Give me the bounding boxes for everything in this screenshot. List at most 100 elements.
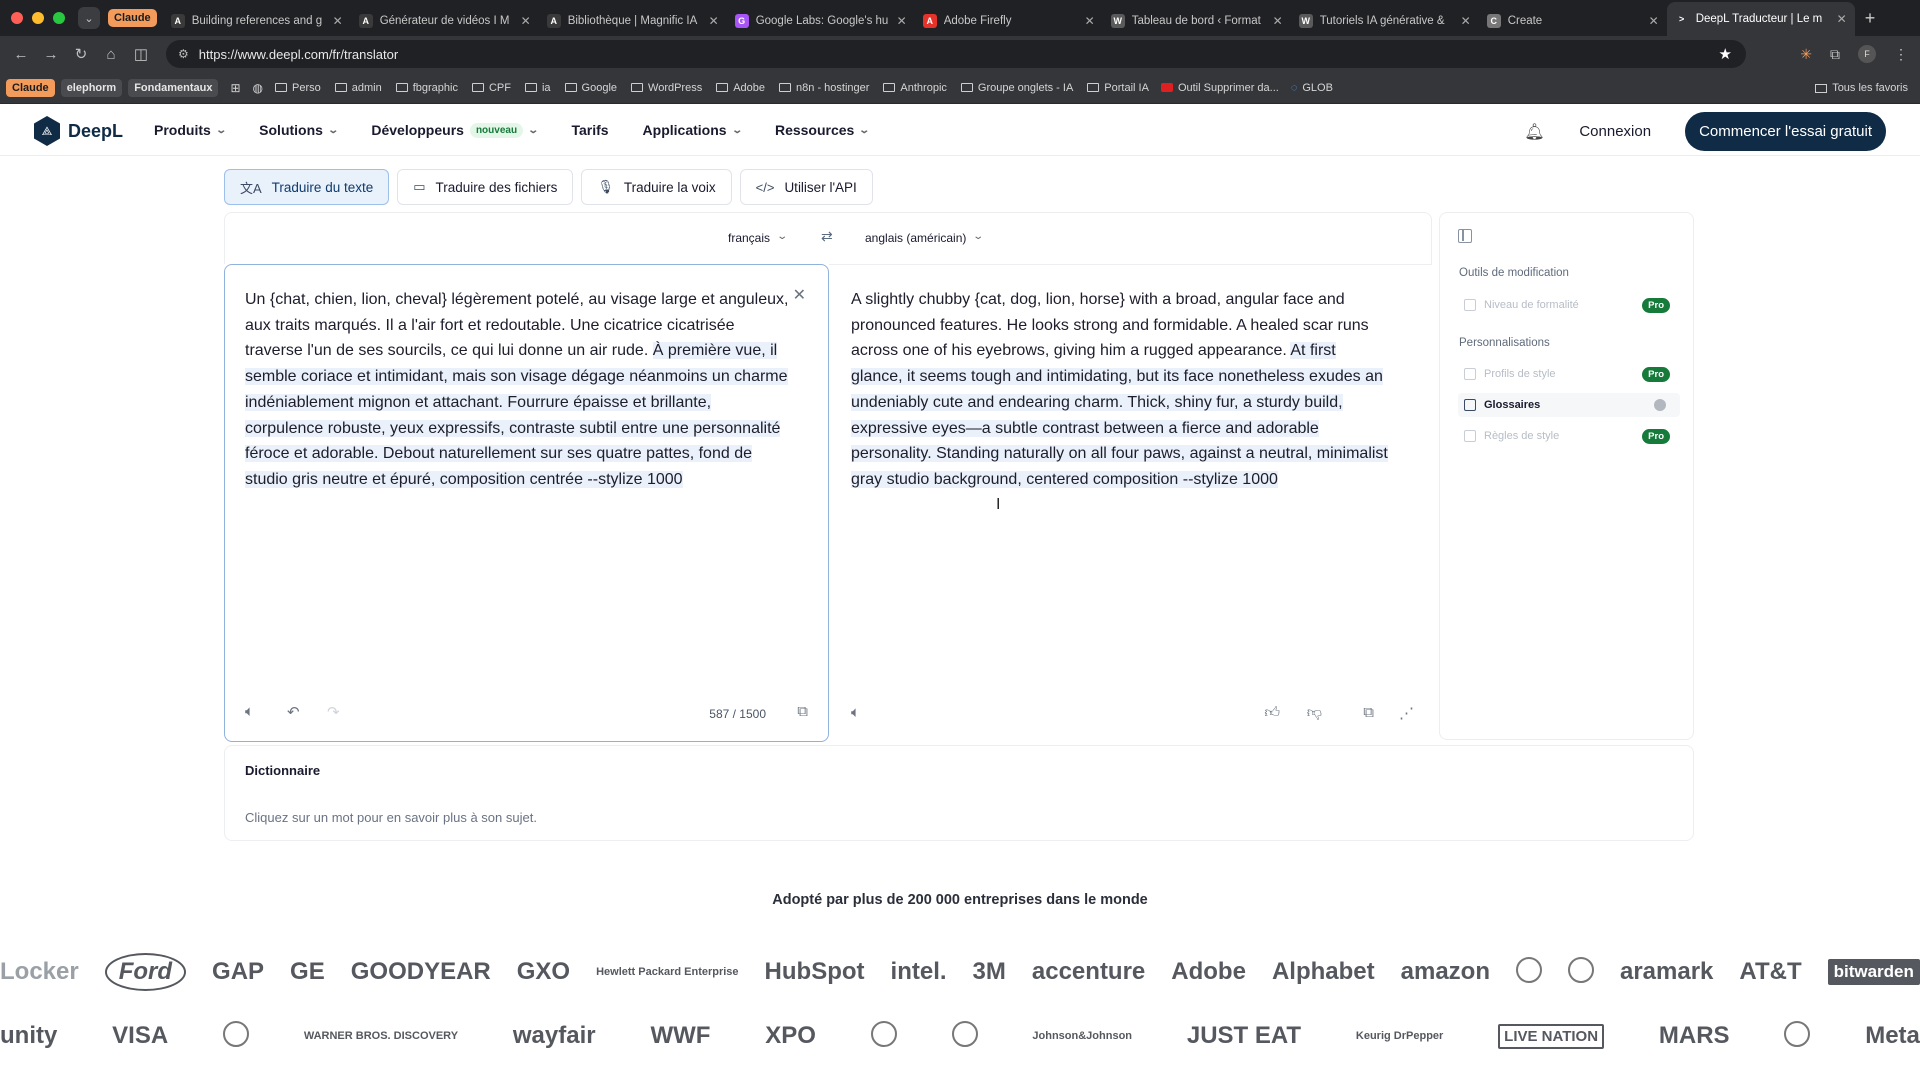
tab-favicon-icon: A <box>358 14 373 28</box>
tab-close-icon[interactable]: ✕ <box>897 14 907 28</box>
nav-item-ressources[interactable]: Ressources ⌄ <box>775 122 870 138</box>
style-rules-item[interactable]: Règles de style Pro <box>1458 424 1680 448</box>
bookmark-folder[interactable]: Adobe <box>716 82 765 94</box>
browser-tab[interactable]: C Create ✕ <box>1479 6 1667 36</box>
nav-item-applications[interactable]: Applications ⌄ <box>643 122 743 138</box>
tab-close-icon[interactable]: ✕ <box>333 14 343 28</box>
thumbs-up-icon[interactable]: 👍︎ <box>1264 704 1280 722</box>
bookmark-chip[interactable]: Fondamentaux <box>128 78 219 97</box>
browser-tab[interactable]: W Tableau de bord ‹ Format ✕ <box>1103 6 1291 36</box>
nav-item-developpeurs[interactable]: Développeurs nouveau ⌄ <box>371 122 539 138</box>
browser-tab[interactable]: G Google Labs: Google's hu ✕ <box>727 6 915 36</box>
mode-tab-3[interactable]: 🎙 Traduire la voix <box>581 169 732 205</box>
profile-avatar[interactable]: F <box>1858 45 1876 63</box>
copy-icon[interactable]: ⧉ <box>1363 704 1374 721</box>
mode-tab-1[interactable]: 文A Traduire du texte <box>224 169 390 205</box>
tab-favicon-icon: G <box>734 14 749 28</box>
bookmark-folder[interactable]: Groupe onglets - IA <box>960 82 1073 94</box>
home-icon[interactable]: ⌂ <box>96 46 126 63</box>
bookmark-folder[interactable]: Perso <box>274 82 321 94</box>
tab-search-icon[interactable]: ⌄ <box>78 7 100 29</box>
browser-tab[interactable]: A Bibliothèque | Magnific IA ✕ <box>539 6 727 36</box>
thumbs-down-icon[interactable]: 👎︎ <box>1307 704 1322 722</box>
browser-tab[interactable]: A Building references and g ✕ <box>163 6 351 36</box>
mode-tab-2[interactable]: ▭ Traduire des fichiers <box>397 169 574 205</box>
extensions-icon[interactable]: ⧉ <box>1830 46 1840 63</box>
start-trial-button[interactable]: Commencer l'essai gratuit <box>1685 112 1886 151</box>
maximize-window-button[interactable] <box>53 12 65 24</box>
bookmark-folder[interactable]: Portail IA <box>1087 82 1149 94</box>
tab-close-icon[interactable]: ✕ <box>1273 14 1283 28</box>
target-language-select[interactable]: anglais (américain) ⌄ <box>865 231 984 245</box>
target-language-label: anglais (américain) <box>865 231 967 245</box>
partner-logo: bitwarden <box>1827 959 1920 985</box>
login-link[interactable]: Connexion <box>1579 123 1651 140</box>
close-window-button[interactable] <box>11 12 23 24</box>
tab-group-label[interactable]: Claude <box>108 9 157 27</box>
address-bar[interactable]: ⚙ https://www.deepl.com/fr/translator ★ <box>166 40 1746 68</box>
bookmark-folder[interactable]: WordPress <box>631 82 702 94</box>
browser-tab[interactable]: A Générateur de vidéos I M ✕ <box>351 6 539 36</box>
browser-tab[interactable]: A Adobe Firefly ✕ <box>915 6 1103 36</box>
language-bar: français ⌄ ⇄ anglais (américain) ⌄ <box>224 212 1432 264</box>
bookmark-folder[interactable]: CPF <box>471 82 511 94</box>
browser-tab[interactable]: W Tutoriels IA générative & ✕ <box>1291 6 1479 36</box>
apps-grid-icon[interactable]: ⊞ <box>230 81 240 95</box>
tab-close-icon[interactable]: ✕ <box>521 14 531 28</box>
back-icon[interactable]: ← <box>6 46 36 63</box>
glossaries-item[interactable]: Glossaires <box>1458 393 1680 417</box>
bookmark-glob[interactable]: ◌ GLOB <box>1291 82 1333 94</box>
source-language-select[interactable]: français ⌄ <box>728 231 788 245</box>
sidebar-toggle-icon[interactable] <box>1458 229 1472 243</box>
mode-tab-4[interactable]: </> Utiliser l'API <box>739 169 873 205</box>
browser-tab[interactable]: > DeepL Traducteur | Le m ✕ <box>1666 2 1855 36</box>
browser-menu-icon[interactable]: ⋮ <box>1894 46 1908 63</box>
swap-languages-icon[interactable]: ⇄ <box>821 228 833 245</box>
notifications-bell-icon[interactable]: 🔔︎ <box>1523 122 1545 142</box>
source-textarea[interactable]: Un {chat, chien, lion, cheval} légèremen… <box>245 287 790 493</box>
nav-item-tarifs[interactable]: Tarifs <box>571 122 608 138</box>
bookmark-chip[interactable]: Claude <box>6 78 55 97</box>
glossaries-toggle[interactable] <box>1654 399 1666 411</box>
speaker-icon[interactable]: 🔈︎ <box>245 703 254 720</box>
extension-claude-icon[interactable]: ✳ <box>1800 46 1812 63</box>
bookmark-folder[interactable]: fbgraphic <box>395 82 458 94</box>
reload-icon[interactable]: ↻ <box>66 45 96 63</box>
clear-text-icon[interactable]: ✕ <box>793 285 806 305</box>
speaker-icon[interactable]: 🔈︎ <box>851 704 860 721</box>
bookmark-folder[interactable]: n8n - hostinger <box>779 82 869 94</box>
nav-item-solutions[interactable]: Solutions ⌄ <box>259 122 339 138</box>
copy-icon[interactable]: ⧉ <box>797 703 808 720</box>
source-text-panel[interactable]: Un {chat, chien, lion, cheval} légèremen… <box>224 264 829 742</box>
bookmark-folder[interactable]: Anthropic <box>883 82 947 94</box>
redo-icon[interactable]: ↷ <box>327 703 340 721</box>
undo-icon[interactable]: ↶ <box>287 703 300 721</box>
side-panel-icon[interactable]: ◫ <box>126 45 156 63</box>
deepl-logo[interactable]: ⟁ DeepL <box>34 116 123 146</box>
bookmark-folder[interactable]: ia <box>524 82 551 94</box>
globe-icon[interactable]: ◍ <box>253 81 263 95</box>
new-badge: nouveau <box>469 122 524 138</box>
tab-close-icon[interactable]: ✕ <box>1085 14 1095 28</box>
share-icon[interactable]: ⋰ <box>1399 704 1414 722</box>
tab-close-icon[interactable]: ✕ <box>1837 12 1847 26</box>
bookmark-folder[interactable]: Google <box>564 82 617 94</box>
tab-close-icon[interactable]: ✕ <box>1461 14 1471 28</box>
bookmark-outil[interactable]: Outil Supprimer da... <box>1160 82 1279 94</box>
bookmark-star-icon[interactable]: ★ <box>1719 45 1732 63</box>
style-profiles-item[interactable]: Profils de style Pro <box>1458 362 1680 386</box>
tab-close-icon[interactable]: ✕ <box>709 14 719 28</box>
tab-close-icon[interactable]: ✕ <box>1649 14 1659 28</box>
minimize-window-button[interactable] <box>32 12 44 24</box>
nav-item-produits[interactable]: Produits ⌄ <box>154 122 227 138</box>
new-tab-icon[interactable]: + <box>1865 8 1876 29</box>
formality-level-item[interactable]: Niveau de formalité Pro <box>1458 293 1680 317</box>
target-text-area[interactable]: A slightly chubby {cat, dog, lion, horse… <box>851 287 1391 493</box>
forward-icon[interactable]: → <box>36 46 66 63</box>
site-info-icon[interactable]: ⚙ <box>178 47 189 61</box>
bookmark-folder[interactable]: admin <box>334 82 382 94</box>
bookmark-chip[interactable]: elephorm <box>60 78 123 97</box>
partner-logo: Meta <box>1865 1022 1920 1049</box>
all-bookmarks[interactable]: Tous les favoris <box>1815 72 1908 104</box>
partner-logo: 3M <box>972 958 1006 985</box>
